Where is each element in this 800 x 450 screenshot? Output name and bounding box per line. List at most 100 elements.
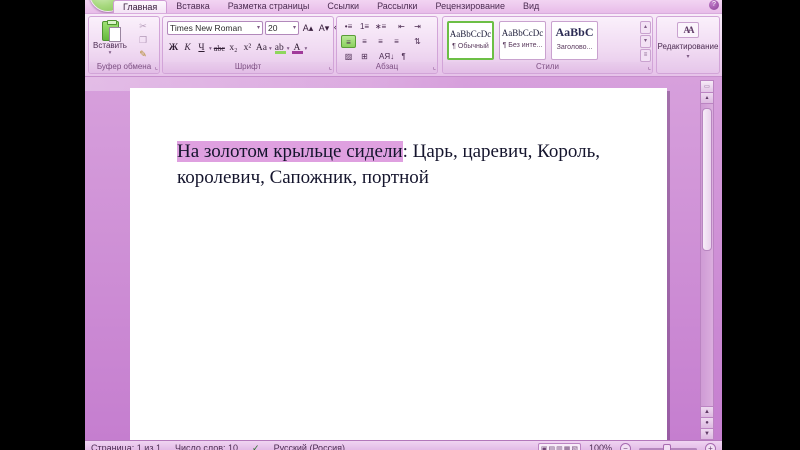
underline-button[interactable]: Ч: [195, 41, 208, 56]
document-text[interactable]: На золотом крыльце сидели: Царь, царевич…: [130, 88, 667, 191]
subscript-button[interactable]: x₂: [227, 41, 240, 56]
language-indicator[interactable]: Русский (Россия): [274, 443, 345, 450]
text-line1-rest: : Царь, царевич, Король,: [402, 141, 601, 162]
strikethrough-button[interactable]: abc: [213, 41, 226, 56]
zoom-slider-thumb[interactable]: [663, 444, 671, 450]
font-row-1: Times New Roman ▾ 20 ▾ А▴ А▾ ⌫: [167, 21, 348, 35]
font-name-combo[interactable]: Times New Roman ▾: [167, 21, 263, 35]
underline-dropdown-arrow[interactable]: ▾: [209, 46, 212, 52]
styles-gallery-scroll: ▴ ▾ ≡: [640, 21, 651, 62]
copy-icon[interactable]: ❐: [130, 34, 156, 47]
style-name: ¶ Обычный: [452, 43, 489, 50]
group-editing: АА Редактирование ▾: [656, 16, 720, 74]
change-case-button[interactable]: Aa: [255, 41, 268, 56]
font-group-label: Шрифт: [163, 62, 333, 73]
page-indicator[interactable]: Страница: 1 из 1: [91, 443, 161, 450]
tab-page-layout[interactable]: Разметка страницы: [219, 0, 319, 13]
align-right-button[interactable]: ≡: [373, 35, 388, 48]
gallery-more-icon[interactable]: ≡: [640, 49, 651, 62]
fullscreen-view-icon[interactable]: ▤: [548, 444, 555, 450]
text-highlight-button[interactable]: ab: [273, 41, 286, 56]
chevron-down-icon[interactable]: ▾: [257, 22, 260, 34]
group-font: Times New Roman ▾ 20 ▾ А▴ А▾ ⌫ Ж К Ч ▾ a…: [162, 16, 347, 74]
view-mode-buttons: ▣ ▤ ▥ ▦ ▧: [537, 443, 581, 450]
word-count[interactable]: Число слов: 10: [175, 443, 238, 450]
style-name: ¶ Без инте...: [502, 42, 543, 49]
style-normal[interactable]: AaBbCcDc ¶ Обычный: [447, 21, 494, 60]
tab-view[interactable]: Вид: [514, 0, 548, 13]
font-color-dropdown-arrow[interactable]: ▾: [304, 46, 307, 52]
next-page-icon[interactable]: ▼: [701, 428, 713, 439]
numbering-button[interactable]: 1≡: [357, 20, 372, 33]
increase-indent-button[interactable]: ⇥: [410, 20, 425, 33]
zoom-level[interactable]: 100%: [589, 443, 612, 450]
draft-view-icon[interactable]: ▧: [571, 444, 578, 450]
format-painter-icon[interactable]: ✎: [130, 48, 156, 61]
bullets-button[interactable]: •≡: [341, 20, 356, 33]
vertical-scrollbar[interactable]: ▭ ▴ ▲ ● ▼: [700, 80, 714, 440]
text-line2: королевич, Сапожник, портной: [177, 167, 429, 188]
editing-dropdown-arrow[interactable]: ▾: [657, 53, 719, 60]
tab-mailings[interactable]: Рассылки: [368, 0, 426, 13]
cut-icon[interactable]: ✂: [130, 20, 156, 33]
paragraph-row-2: ≡ ≡ ≡ ≡ ⇅: [341, 35, 425, 48]
word-window: Главная Вставка Разметка страницы Ссылки…: [85, 0, 722, 450]
scrollbar-bottom-buttons: ▲ ● ▼: [701, 406, 713, 439]
font-dialog-launcher-icon[interactable]: ⌞: [329, 62, 332, 73]
shrink-font-button[interactable]: А▾: [317, 21, 331, 35]
justify-button[interactable]: ≡: [389, 35, 404, 48]
align-center-button[interactable]: ≡: [357, 35, 372, 48]
gallery-scroll-down-icon[interactable]: ▾: [640, 35, 651, 48]
decrease-indent-button[interactable]: ⇤: [394, 20, 409, 33]
paragraph-row-1: •≡ 1≡ ∗≡ ⇤ ⇥: [341, 20, 425, 33]
font-size-value: 20: [268, 23, 278, 33]
style-no-spacing[interactable]: AaBbCcDc ¶ Без инте...: [499, 21, 546, 60]
paste-button[interactable]: Вставить ▾: [92, 20, 128, 63]
group-styles: AaBbCcDc ¶ Обычный AaBbCcDc ¶ Без инте..…: [442, 16, 704, 74]
font-row-2: Ж К Ч ▾ abc x₂ x² Aa ▾ ab ▾ А ▾: [167, 41, 307, 56]
tab-insert[interactable]: Вставка: [167, 0, 218, 13]
paste-clipboard-icon: [101, 20, 121, 42]
font-name-value: Times New Roman: [170, 23, 242, 33]
document-page[interactable]: На золотом крыльце сидели: Царь, царевич…: [130, 88, 667, 440]
change-case-dropdown-arrow[interactable]: ▾: [269, 46, 272, 52]
zoom-out-button[interactable]: −: [620, 443, 631, 450]
line-spacing-button[interactable]: ⇅: [410, 35, 425, 48]
select-browse-object-icon[interactable]: ●: [701, 417, 713, 428]
ribbon: Вставить ▾ ✂ ❐ ✎ Буфер обмена ⌞ Times Ne…: [85, 13, 722, 77]
previous-page-icon[interactable]: ▲: [701, 406, 713, 417]
paragraph-group-label: Абзац: [337, 62, 437, 73]
tab-review[interactable]: Рецензирование: [426, 0, 514, 13]
multilevel-list-button[interactable]: ∗≡: [373, 20, 388, 33]
editing-group-button-label[interactable]: Редактирование: [657, 42, 719, 51]
style-name: Заголово...: [556, 44, 593, 51]
ruler-toggle-icon[interactable]: ▭: [701, 81, 713, 93]
tab-references[interactable]: Ссылки: [318, 0, 368, 13]
bold-button[interactable]: Ж: [167, 41, 180, 56]
paragraph-dialog-launcher-icon[interactable]: ⌞: [433, 62, 436, 73]
print-layout-view-icon[interactable]: ▣: [541, 444, 548, 450]
align-left-button[interactable]: ≡: [341, 35, 356, 48]
highlight-dropdown-arrow[interactable]: ▾: [287, 46, 290, 52]
tab-home[interactable]: Главная: [113, 0, 168, 13]
paste-label: Вставить: [93, 41, 127, 50]
web-layout-view-icon[interactable]: ▥: [556, 444, 563, 450]
scrollbar-thumb[interactable]: [702, 108, 712, 251]
outline-view-icon[interactable]: ▦: [564, 444, 571, 450]
italic-button[interactable]: К: [181, 41, 194, 56]
superscript-button[interactable]: x²: [241, 41, 254, 56]
help-icon[interactable]: ?: [709, 0, 719, 10]
find-icon[interactable]: АА: [677, 22, 699, 38]
gallery-scroll-up-icon[interactable]: ▴: [640, 21, 651, 34]
grow-font-button[interactable]: А▴: [301, 21, 315, 35]
styles-dialog-launcher-icon[interactable]: ⌞: [648, 62, 651, 73]
style-heading[interactable]: AaBbC Заголово...: [551, 21, 598, 60]
chevron-down-icon[interactable]: ▾: [293, 22, 296, 34]
zoom-in-button[interactable]: +: [705, 443, 716, 450]
scroll-up-icon[interactable]: ▴: [701, 93, 713, 104]
font-size-combo[interactable]: 20 ▾: [265, 21, 299, 35]
spellcheck-icon[interactable]: ✓: [252, 443, 260, 450]
paste-dropdown-arrow[interactable]: ▾: [92, 50, 128, 56]
clipboard-dialog-launcher-icon[interactable]: ⌞: [155, 62, 158, 73]
font-color-button[interactable]: А: [290, 41, 304, 56]
